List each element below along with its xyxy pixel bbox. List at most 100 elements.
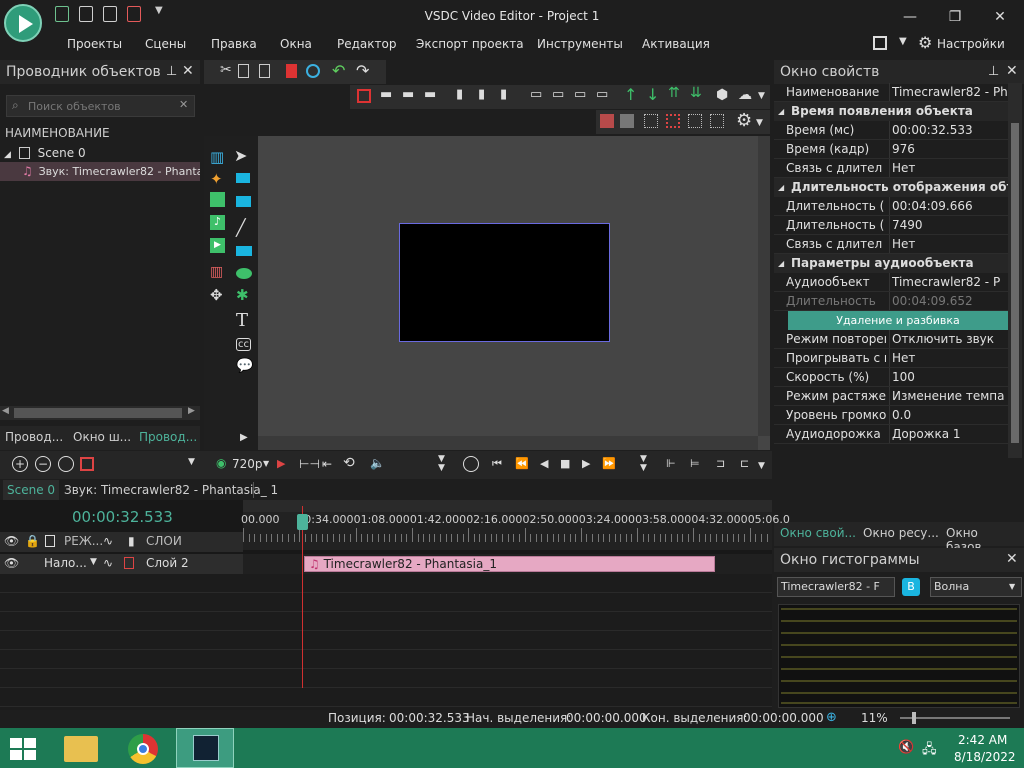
tab-properties[interactable]: Окно свой... <box>780 526 856 540</box>
property-row[interactable]: Аудиообъект Timecrawler82 - P <box>774 273 1008 292</box>
distribute-v-icon[interactable]: ▭ <box>552 87 564 102</box>
fast-forward-icon[interactable]: ⏩ <box>602 457 616 470</box>
zoom-slider[interactable] <box>900 717 1010 719</box>
rectangle-tool-icon[interactable] <box>236 246 252 256</box>
track-blend-mode[interactable]: Нало... <box>44 556 87 570</box>
resolution-select[interactable]: 720p <box>232 457 263 471</box>
timeline-scroll-top[interactable] <box>243 500 772 512</box>
add-image-icon[interactable] <box>210 192 225 207</box>
snap-grid-icon[interactable] <box>620 114 634 128</box>
ripple-icon[interactable]: ⊏ <box>740 457 749 470</box>
settings-gear-icon[interactable]: ⚙ <box>918 33 932 52</box>
collapse-icon[interactable]: ◢ <box>778 102 784 121</box>
paste-icon[interactable] <box>259 64 270 78</box>
clock-time[interactable]: 2:42 AM <box>958 733 1007 747</box>
playhead[interactable] <box>302 506 303 688</box>
tab-template[interactable]: Окно ш... <box>73 430 131 444</box>
property-row[interactable]: Связь с длител Нет <box>774 235 1008 254</box>
distribute-h-icon[interactable]: ▭ <box>530 87 542 102</box>
zoom-slider-thumb[interactable] <box>912 712 916 724</box>
preview-horizontal-scrollbar[interactable] <box>258 436 758 450</box>
track-eye-icon[interactable]: 👁 <box>4 556 19 570</box>
pin-icon[interactable]: ⊥ <box>166 64 177 79</box>
timecode-clock-icon[interactable] <box>463 456 479 472</box>
cut-icon[interactable]: ✂ <box>220 62 232 78</box>
property-value[interactable]: Нет <box>892 235 1008 253</box>
ungroup-icon[interactable]: ☁ <box>738 87 752 103</box>
preview-vertical-scrollbar[interactable] <box>758 136 770 436</box>
palette-more-icon[interactable]: ▶ <box>240 432 248 443</box>
timeline-options-dropdown-icon[interactable]: ▼ <box>758 461 765 471</box>
track-row-header[interactable]: 👁 Нало... ▼ ∿ Слой 2 <box>0 554 243 574</box>
loop-icon[interactable]: ⟲ <box>343 455 355 471</box>
property-row[interactable]: Наименование Timecrawler82 - Phan <box>774 83 1008 102</box>
playback-more-icon[interactable]: ▼ ▼ <box>640 455 647 473</box>
b-channel-button[interactable]: B <box>902 578 920 596</box>
move-down-icon[interactable]: ↓ <box>646 85 659 104</box>
histogram-source-select[interactable]: Timecrawler82 - F <box>777 577 895 597</box>
network-icon[interactable]: 🖧 <box>922 740 937 762</box>
menu-edit[interactable]: Правка <box>211 37 257 51</box>
tab-resources[interactable]: Окно ресу... <box>863 526 939 540</box>
layer-square-icon[interactable] <box>45 535 55 547</box>
go-start-icon[interactable]: ⏮ <box>492 457 502 471</box>
menu-projects[interactable]: Проекты <box>67 37 122 51</box>
record-timeline-icon[interactable] <box>80 457 94 471</box>
playhead-handle[interactable] <box>297 514 308 530</box>
bring-front-icon[interactable]: ⇈ <box>668 85 680 101</box>
maximize-button[interactable]: ❐ <box>940 6 970 28</box>
same-size-icon[interactable]: ▭ <box>574 87 586 102</box>
fit-icon[interactable]: ▭ <box>596 87 608 102</box>
menu-activation[interactable]: Активация <box>642 37 710 51</box>
tab-scene[interactable]: Scene 0 <box>3 480 60 500</box>
menu-editor[interactable]: Редактор <box>337 37 396 51</box>
track-waveform-icon[interactable]: ∿ <box>103 556 113 570</box>
visibility-eye-icon[interactable]: 👁 <box>4 534 19 548</box>
callout-tool-icon[interactable]: 💬 <box>236 358 253 374</box>
menu-tools[interactable]: Инструменты <box>537 37 623 51</box>
property-value[interactable]: Timecrawler82 - P <box>892 273 1008 291</box>
clear-search-icon[interactable]: ✕ <box>179 98 188 111</box>
settings-button[interactable]: Настройки <box>937 37 1005 51</box>
preview-area[interactable] <box>258 136 770 450</box>
property-row[interactable]: Длительность (00:04:09.666 <box>774 197 1008 216</box>
preview-eye-icon[interactable]: ◉ <box>216 456 226 470</box>
step-back-icon[interactable]: ◀ <box>540 457 548 470</box>
menu-export[interactable]: Экспорт проекта <box>416 37 524 51</box>
resolution-dropdown-icon[interactable]: ▼ <box>263 459 269 468</box>
subtitles-tool-icon[interactable]: cc <box>236 338 251 351</box>
property-value[interactable]: 7490 <box>892 216 1008 234</box>
line-tool-icon[interactable]: ╱ <box>236 218 246 237</box>
property-row[interactable]: Длительность (7490 <box>774 216 1008 235</box>
chrome-icon[interactable] <box>128 734 158 764</box>
close-panel-icon[interactable]: ✕ <box>1006 63 1018 79</box>
menu-scenes[interactable]: Сцены <box>145 37 186 51</box>
toolbar-more-icon[interactable]: ▼ ▼ <box>438 455 445 473</box>
rulers-icon[interactable] <box>710 114 724 128</box>
scrollbar-thumb[interactable] <box>1011 123 1019 443</box>
move-tool-icon[interactable]: ✥ <box>210 286 223 304</box>
add-sprite-icon[interactable]: ✦ <box>210 170 223 188</box>
record-icon[interactable] <box>306 64 320 78</box>
vsdc-taskbar-button[interactable] <box>176 728 234 768</box>
fit-zoom-icon[interactable]: ⊕ <box>826 710 837 725</box>
property-value[interactable]: 100 <box>892 368 1008 386</box>
property-value[interactable]: 00:04:09.666 <box>892 197 1008 215</box>
split-icon[interactable]: ⊢⊣ <box>299 457 320 471</box>
tree-item-scene[interactable]: ◢ Scene 0 <box>4 144 200 163</box>
track-layer-name[interactable]: Слой 2 <box>146 556 189 570</box>
timeline-ruler[interactable]: 00.000 00:34.000 01:08.000 01:42.000 02:16.0… <box>241 512 790 550</box>
group-icon[interactable]: ⬢ <box>716 87 728 103</box>
property-value[interactable]: 0.0 <box>892 406 1008 424</box>
blend-dropdown-icon[interactable]: ▼ <box>90 557 97 567</box>
delete-icon[interactable] <box>286 64 297 78</box>
tab-audio-object[interactable]: Звук: Timecrawler82 - Phantasia_ 1 <box>64 480 278 500</box>
add-audio-icon[interactable]: ♪ <box>210 215 225 230</box>
audio-clip[interactable]: ♫ Timecrawler82 - Phantasia_1 <box>304 556 715 572</box>
grid-red-icon[interactable] <box>666 114 680 128</box>
track-row-lane[interactable]: ♫ Timecrawler82 - Phantasia_1 <box>243 554 772 574</box>
timeline-tools-dropdown-icon[interactable]: ▼ <box>188 457 195 467</box>
horizontal-scrollbar[interactable]: ◀ ▶ <box>0 406 200 420</box>
tab-explorer-1[interactable]: Провод... <box>5 430 63 444</box>
align-left-icon[interactable]: ▮ <box>456 87 463 102</box>
